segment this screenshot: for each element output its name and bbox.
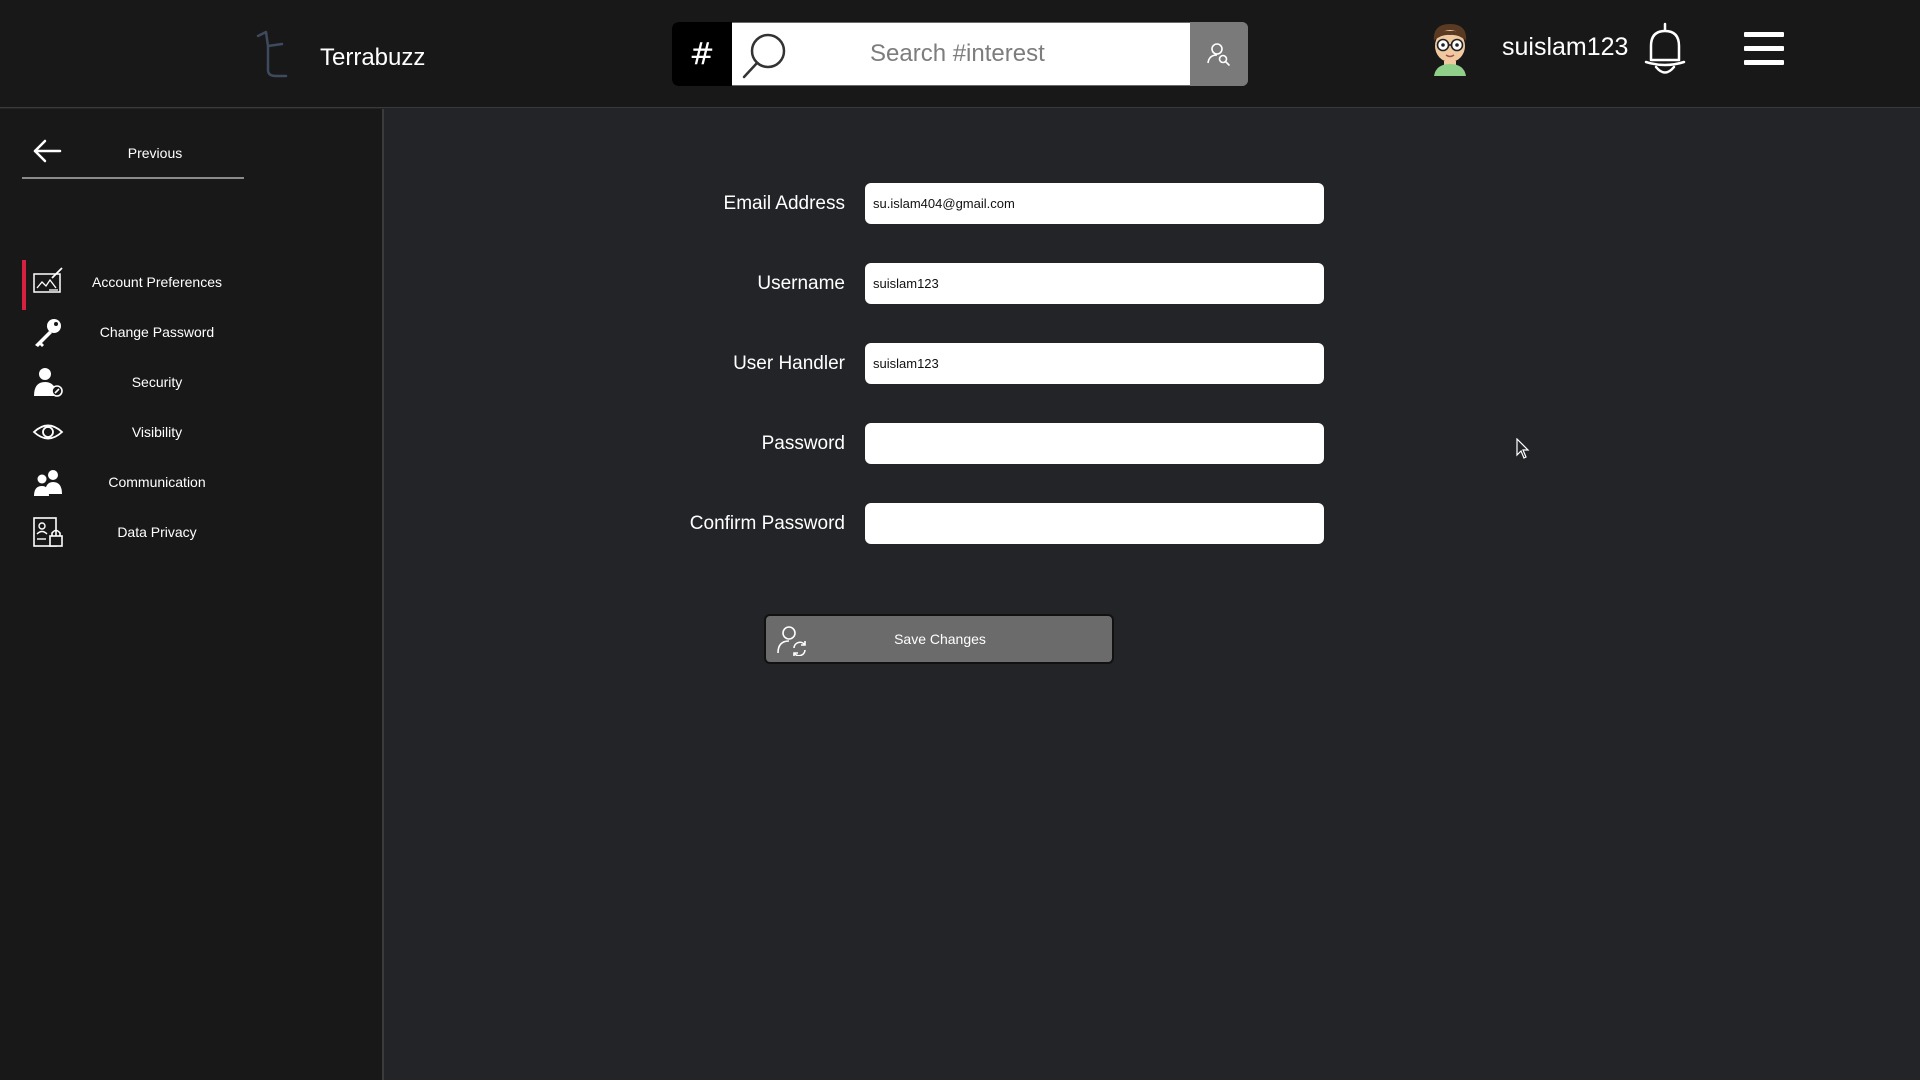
sidebar-item-data-privacy[interactable]: Data Privacy xyxy=(22,510,252,554)
user-handler-row: User Handler xyxy=(620,343,1324,385)
mouse-cursor-icon xyxy=(1516,438,1530,459)
account-preferences-icon xyxy=(33,267,63,293)
search-bar: # xyxy=(672,22,1248,86)
top-navigation-bar: Terrabuzz # Search #interest suislam123 xyxy=(0,0,1920,108)
terrabuzz-logo-icon[interactable] xyxy=(250,26,294,82)
security-user-icon xyxy=(34,368,63,397)
username-field[interactable] xyxy=(865,263,1324,304)
email-label: Email Address xyxy=(723,193,845,214)
save-changes-button[interactable]: Save Changes xyxy=(764,614,1114,664)
sidebar-item-visibility[interactable]: Visibility xyxy=(22,410,252,454)
previous-button[interactable]: Previous xyxy=(22,129,244,179)
brand-name[interactable]: Terrabuzz xyxy=(320,44,425,72)
user-search-icon xyxy=(1207,43,1230,66)
avatar[interactable] xyxy=(1428,20,1472,76)
hashtag-label: # xyxy=(689,36,715,72)
sidebar-item-label: Visibility xyxy=(131,424,183,440)
email-field[interactable] xyxy=(865,183,1324,224)
confirm-password-label: Confirm Password xyxy=(689,513,845,534)
eye-icon xyxy=(32,424,64,440)
save-changes-label: Save Changes xyxy=(894,631,986,647)
key-icon xyxy=(35,319,61,347)
users-icon xyxy=(34,470,62,496)
user-search-button[interactable] xyxy=(1190,22,1248,86)
username-row: Username xyxy=(620,263,1324,305)
sidebar-item-label: Change Password xyxy=(99,324,215,340)
hashtag-search-toggle[interactable]: # xyxy=(672,22,732,86)
sidebar-item-security[interactable]: Security xyxy=(22,360,252,404)
user-handler-label: User Handler xyxy=(733,353,845,374)
confirm-password-row: Confirm Password xyxy=(620,503,1324,545)
sidebar-item-label: Account Preferences xyxy=(92,274,222,290)
email-row: Email Address xyxy=(620,183,1324,225)
hamburger-menu-icon[interactable] xyxy=(1744,30,1784,68)
sidebar-item-label: Data Privacy xyxy=(117,524,197,540)
previous-label: Previous xyxy=(127,145,183,161)
settings-sidebar: Previous Account Preferences Change Pass… xyxy=(0,109,384,1080)
notification-bell-icon[interactable] xyxy=(1642,22,1688,76)
password-label: Password xyxy=(761,433,845,454)
confirm-password-field[interactable] xyxy=(865,503,1324,544)
search-icon xyxy=(742,33,786,79)
back-arrow-icon xyxy=(33,139,62,163)
sidebar-item-change-password[interactable]: Change Password xyxy=(22,310,252,354)
sidebar-item-label: Security xyxy=(131,374,183,390)
header-username[interactable]: suislam123 xyxy=(1502,33,1628,62)
search-input[interactable] xyxy=(732,23,1190,85)
sidebar-item-communication[interactable]: Communication xyxy=(22,460,252,504)
password-field[interactable] xyxy=(865,423,1324,464)
sidebar-item-label: Communication xyxy=(108,474,206,490)
data-privacy-icon xyxy=(33,517,63,547)
sidebar-item-account-preferences[interactable]: Account Preferences xyxy=(22,260,252,310)
username-label: Username xyxy=(757,273,845,294)
user-handler-field[interactable] xyxy=(865,343,1324,384)
password-row: Password xyxy=(620,423,1324,465)
search-field-container xyxy=(732,23,1190,85)
